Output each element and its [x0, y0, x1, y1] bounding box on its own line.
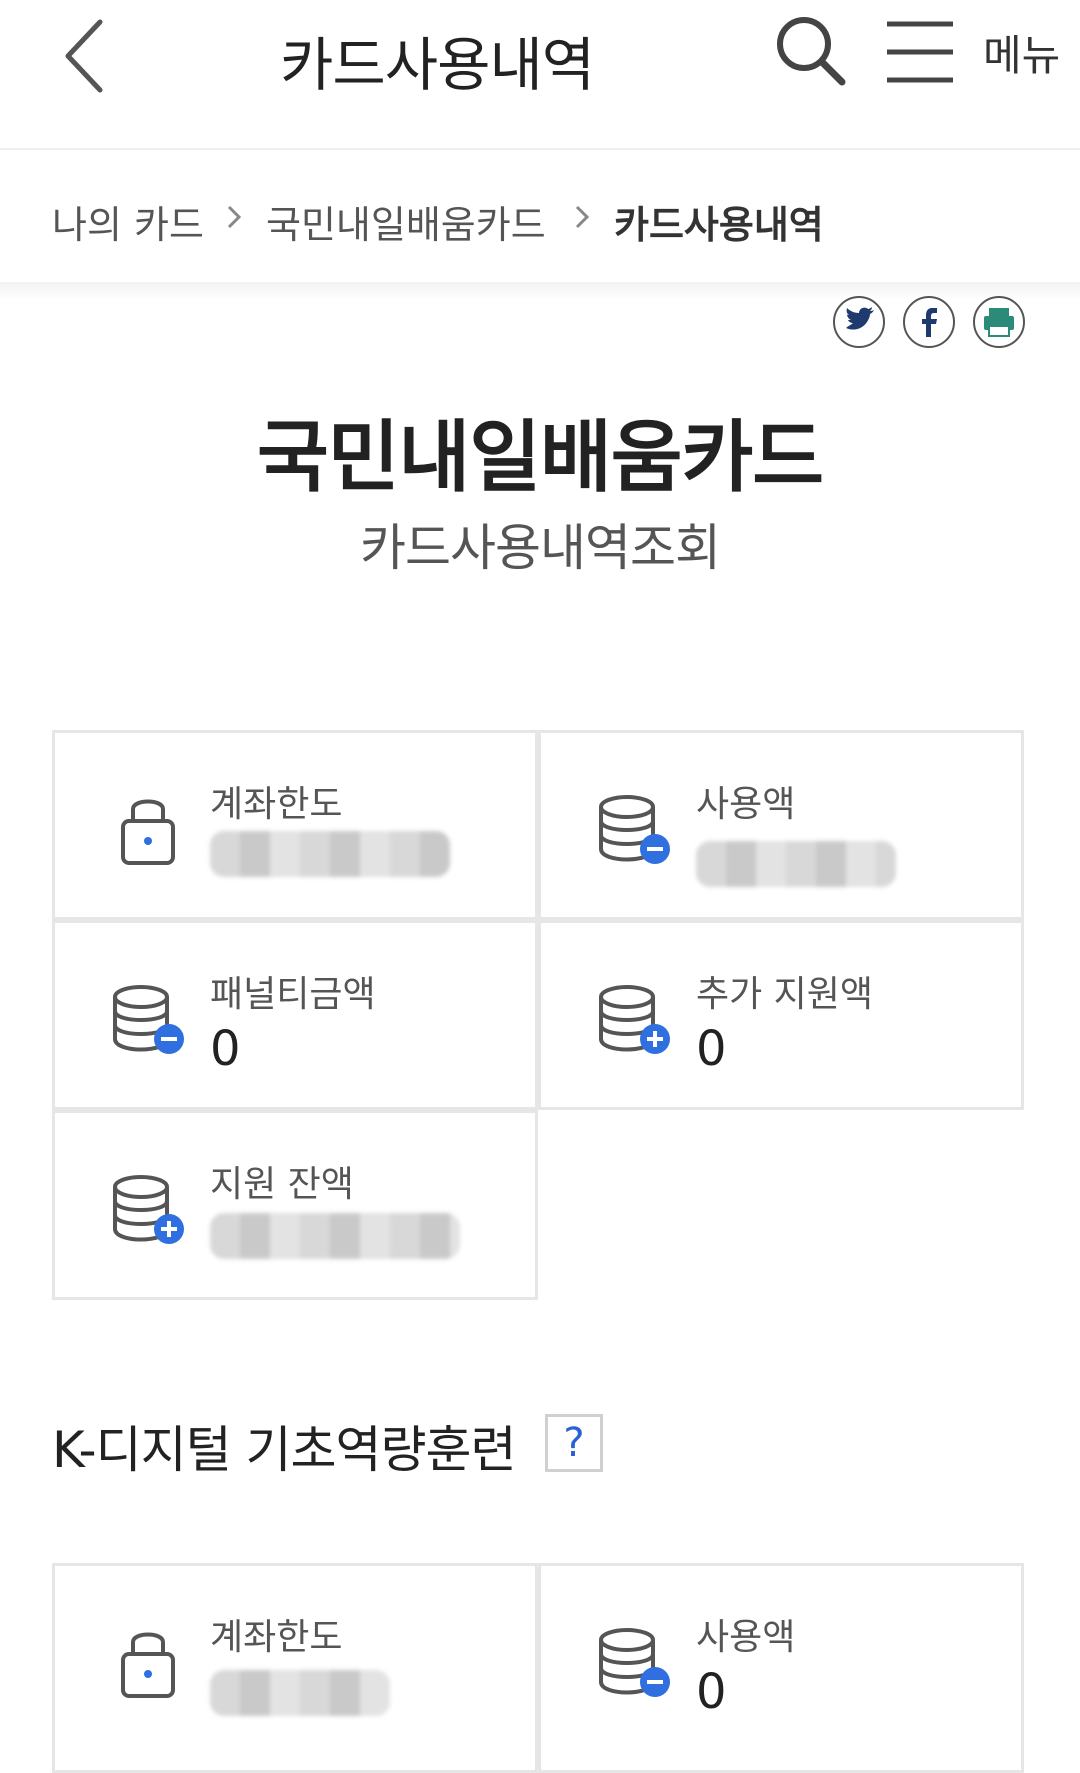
extra-support-cell: 추가 지원액 0 — [538, 920, 1024, 1110]
penalty-cell: 패널티금액 0 — [52, 920, 538, 1110]
k-digital-used-label: 사용액 — [696, 1617, 796, 1658]
help-button[interactable]: ? — [545, 1414, 603, 1472]
lock-icon — [121, 1632, 175, 1698]
k-digital-account-limit-label: 계좌한도 — [210, 1617, 343, 1658]
penalty-value: 0 — [210, 1021, 241, 1077]
back-button[interactable] — [60, 10, 130, 100]
page-header-title: 카드사용내역 — [280, 31, 595, 99]
extra-support-value: 0 — [696, 1021, 727, 1077]
account-limit-label: 계좌한도 — [210, 784, 343, 825]
penalty-label: 패널티금액 — [210, 974, 376, 1015]
redacted-value — [210, 1213, 460, 1259]
lock-icon — [121, 799, 175, 865]
menu-button[interactable]: 메뉴 — [885, 12, 1065, 92]
menu-label: 메뉴 — [983, 31, 1061, 80]
print-button[interactable] — [972, 295, 1026, 349]
database-plus-icon — [113, 1175, 184, 1244]
database-minus-icon — [599, 795, 670, 864]
card-title: 국민내일배움카드 — [256, 413, 824, 503]
redacted-value — [210, 1670, 390, 1716]
twitter-icon — [833, 296, 885, 348]
database-plus-icon — [599, 985, 670, 1054]
search-icon — [777, 17, 846, 86]
k-digital-used-value: 0 — [696, 1664, 727, 1720]
facebook-share-button[interactable] — [902, 295, 956, 349]
extra-support-label: 추가 지원액 — [696, 974, 874, 1015]
database-minus-icon — [599, 1628, 670, 1697]
used-amount-label: 사용액 — [696, 784, 796, 825]
chevron-right-icon — [575, 205, 590, 229]
facebook-icon — [903, 296, 955, 348]
breadcrumb-current: 카드사용내역 — [614, 203, 824, 247]
top-header: 카드사용내역 메뉴 — [0, 0, 1080, 151]
hamburger-menu-icon — [887, 21, 953, 83]
chevron-left-icon — [65, 19, 103, 93]
support-balance-cell: 지원 잔액 — [52, 1110, 538, 1300]
database-minus-icon — [113, 985, 184, 1054]
k-digital-account-limit-cell: 계좌한도 — [52, 1563, 538, 1773]
k-digital-used-cell: 사용액 0 — [538, 1563, 1024, 1773]
redacted-value — [696, 841, 896, 887]
section-title-k-digital: K-디지털 기초역량훈련 — [52, 1421, 516, 1479]
twitter-share-button[interactable] — [832, 295, 886, 349]
search-button[interactable] — [770, 10, 850, 90]
redacted-value — [210, 831, 450, 877]
card-subtitle: 카드사용내역조회 — [360, 519, 721, 577]
support-balance-label: 지원 잔액 — [210, 1164, 354, 1205]
used-amount-cell: 사용액 — [538, 730, 1024, 920]
breadcrumb: 나의 카드 국민내일배움카드 카드사용내역 — [0, 150, 1080, 282]
chevron-right-icon — [227, 205, 242, 229]
breadcrumb-my-card[interactable]: 나의 카드 — [52, 194, 204, 249]
printer-icon — [973, 296, 1025, 348]
breadcrumb-national-card[interactable]: 국민내일배움카드 — [266, 194, 546, 249]
account-limit-cell: 계좌한도 — [52, 730, 538, 920]
